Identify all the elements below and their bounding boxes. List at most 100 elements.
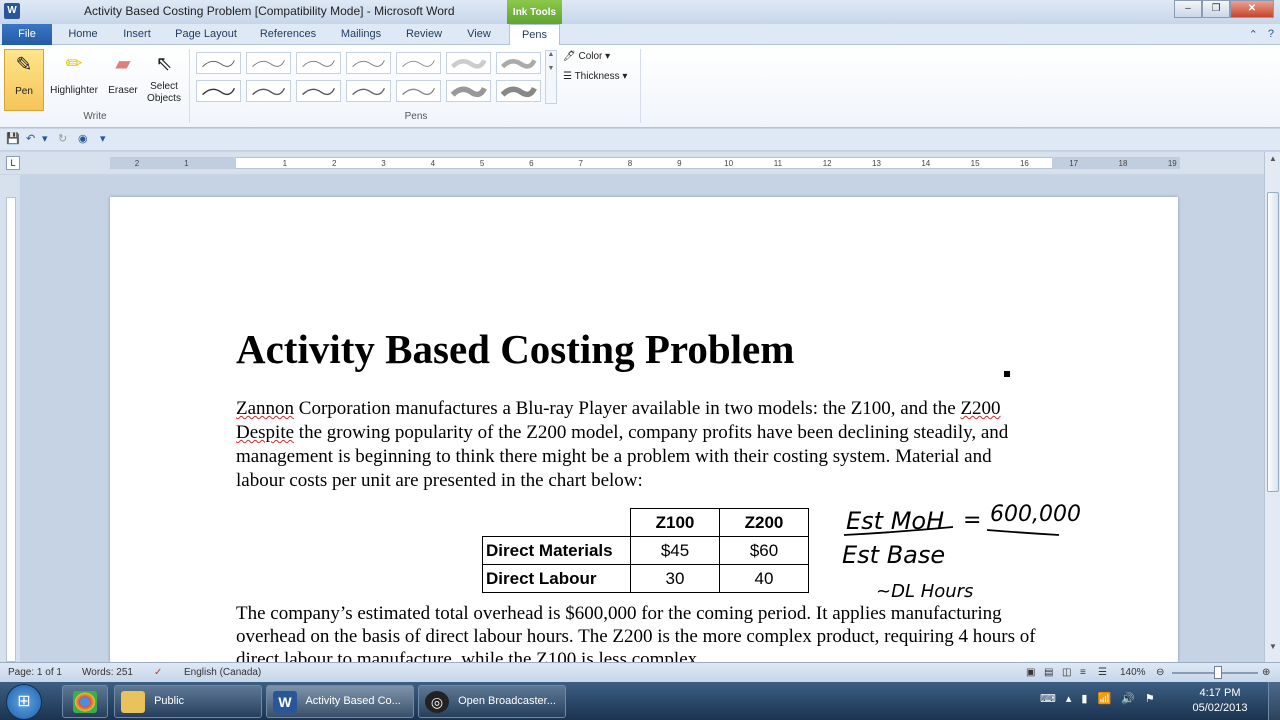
undo-icon[interactable]: ↶ — [26, 132, 35, 145]
pen-style-option[interactable] — [446, 80, 491, 102]
pen-style-option[interactable] — [346, 52, 391, 74]
select-objects-button-label: Select Objects — [147, 81, 181, 104]
scroll-down-icon[interactable]: ▼ — [1267, 642, 1279, 654]
table-row: Direct Labour 30 40 — [482, 564, 809, 593]
close-button[interactable]: ✕ — [1230, 0, 1274, 18]
quick-access-toolbar: 💾 ↶ ▾ ↻ ◉ ▾ — [0, 129, 1280, 151]
highlighter-button[interactable]: ✏ Highlighter — [46, 49, 102, 96]
vertical-ruler-scale — [6, 197, 16, 662]
color-wheel-icon[interactable]: ◉ — [78, 132, 88, 145]
thickness-dropdown[interactable]: ☰ Thickness ▾ — [563, 71, 627, 82]
redo-icon[interactable]: ↻ — [58, 132, 67, 145]
word-app-icon[interactable]: W — [4, 3, 20, 19]
tab-file[interactable]: File — [2, 24, 52, 45]
scrollbar-thumb[interactable] — [1267, 192, 1279, 492]
show-desktop-button[interactable] — [1268, 682, 1280, 720]
tab-references[interactable]: References — [253, 24, 323, 45]
volume-icon[interactable]: 🔊 — [1121, 692, 1135, 705]
eraser-icon: ▰ — [115, 53, 131, 75]
table-cell: 30 — [630, 564, 720, 593]
pen-style-option[interactable] — [396, 80, 441, 102]
pen-style-option[interactable] — [246, 52, 291, 74]
pen-style-option[interactable] — [446, 52, 491, 74]
tab-review[interactable]: Review — [400, 24, 448, 45]
taskbar-chrome-button[interactable] — [62, 685, 108, 718]
zoom-in-icon[interactable]: ⊕ — [1262, 667, 1270, 678]
outline-view-icon[interactable]: ≡ — [1080, 667, 1086, 678]
start-button[interactable]: ⊞ — [6, 684, 42, 720]
pens-gallery — [194, 50, 544, 104]
tab-home[interactable]: Home — [62, 24, 104, 45]
full-screen-reading-icon[interactable]: ▤ — [1044, 667, 1053, 678]
tab-view[interactable]: View — [458, 24, 500, 45]
word-icon: W — [273, 691, 297, 713]
taskbar-clock[interactable]: 4:17 PM 05/02/2013 — [1190, 686, 1250, 716]
cost-table: Z100 Z200 Direct Materials $45 $60 Direc… — [482, 508, 809, 593]
pens-gallery-scroll[interactable]: ▲ ▼ — [545, 50, 557, 104]
status-bar: Page: 1 of 1 Words: 251 ✓ English (Canad… — [0, 662, 1280, 682]
tab-pens[interactable]: Pens — [509, 24, 560, 46]
zoom-out-icon[interactable]: ⊖ — [1156, 667, 1164, 678]
vertical-ruler — [0, 175, 20, 662]
minimize-ribbon-icon[interactable]: ⌃ — [1249, 28, 1258, 41]
pen-style-option[interactable] — [196, 80, 241, 102]
tab-mailings[interactable]: Mailings — [334, 24, 388, 45]
window-title: Activity Based Costing Problem [Compatib… — [84, 4, 455, 18]
ink-600000: 600,000 — [990, 502, 1081, 527]
table-corner-cell — [483, 509, 631, 537]
document-page[interactable]: Activity Based Costing Problem Zannon Co… — [110, 197, 1178, 662]
page-count[interactable]: Page: 1 of 1 — [8, 667, 62, 678]
draft-view-icon[interactable]: ☰ — [1098, 667, 1107, 678]
pen-style-option[interactable] — [296, 80, 341, 102]
pen-color-icon: 🖊 — [563, 51, 576, 62]
show-hidden-icons-icon[interactable]: ▴ — [1066, 692, 1072, 705]
pen-style-option[interactable] — [246, 80, 291, 102]
tab-insert[interactable]: Insert — [115, 24, 159, 45]
select-objects-button[interactable]: ⇖ Select Objects — [144, 49, 184, 105]
print-layout-view-icon[interactable]: ▣ — [1026, 667, 1035, 678]
zoom-slider-thumb[interactable] — [1214, 666, 1222, 679]
thickness-icon: ☰ — [563, 71, 572, 82]
battery-icon[interactable]: ▮ — [1081, 692, 1087, 705]
pen-style-option[interactable] — [496, 52, 541, 74]
pen-style-option[interactable] — [346, 80, 391, 102]
taskbar-item[interactable]: W Activity Based Co... — [266, 685, 414, 718]
group-separator — [640, 49, 641, 123]
web-layout-icon[interactable]: ◫ — [1062, 667, 1071, 678]
chevron-down-icon[interactable]: ▾ — [42, 132, 48, 145]
ruler-tick-label: 11 — [773, 159, 783, 168]
tab-selector-button[interactable]: L — [6, 156, 20, 170]
save-icon[interactable]: 💾 — [6, 132, 20, 145]
ruler-tick-label: 6 — [529, 159, 534, 168]
pen-style-option[interactable] — [196, 52, 241, 74]
scroll-up-icon[interactable]: ▲ — [1267, 154, 1279, 166]
ruler-tick-label: 7 — [578, 159, 583, 168]
chevron-down-icon: ▾ — [622, 71, 628, 82]
eraser-button[interactable]: ▰ Eraser — [104, 49, 142, 96]
restore-button[interactable]: ❐ — [1202, 0, 1230, 18]
action-center-icon[interactable]: ⚑ — [1145, 692, 1155, 705]
vertical-scrollbar[interactable]: ▲ ▼ — [1264, 152, 1280, 662]
proofing-icon[interactable]: ✓ — [154, 667, 162, 678]
pen-style-option[interactable] — [396, 52, 441, 74]
zoom-level[interactable]: 140% — [1120, 667, 1146, 678]
color-label: Color — [578, 51, 603, 62]
table-cell: $60 — [719, 536, 809, 565]
chrome-icon — [73, 691, 97, 713]
ruler-tick-label: 2 — [331, 159, 337, 168]
ribbon: ✎ Pen ✏ Highlighter ▰ Eraser ⇖ Select Ob… — [0, 45, 1280, 128]
help-icon[interactable]: ? — [1268, 28, 1274, 41]
customize-qat-icon[interactable]: ▾ — [100, 132, 106, 145]
minimize-button[interactable]: – — [1174, 0, 1202, 18]
keyboard-icon[interactable]: ⌨ — [1040, 692, 1056, 705]
pen-button[interactable]: ✎ Pen — [4, 49, 44, 111]
tab-page-layout[interactable]: Page Layout — [170, 24, 242, 45]
language-indicator[interactable]: English (Canada) — [184, 667, 261, 678]
network-icon[interactable]: 📶 — [1097, 692, 1111, 705]
taskbar-item[interactable]: Public — [114, 685, 262, 718]
color-dropdown[interactable]: 🖊 Color ▾ — [563, 51, 610, 62]
word-count[interactable]: Words: 251 — [82, 667, 133, 678]
pen-style-option[interactable] — [296, 52, 341, 74]
taskbar-item[interactable]: ◎ Open Broadcaster... — [418, 685, 566, 718]
pen-style-option[interactable] — [496, 80, 541, 102]
